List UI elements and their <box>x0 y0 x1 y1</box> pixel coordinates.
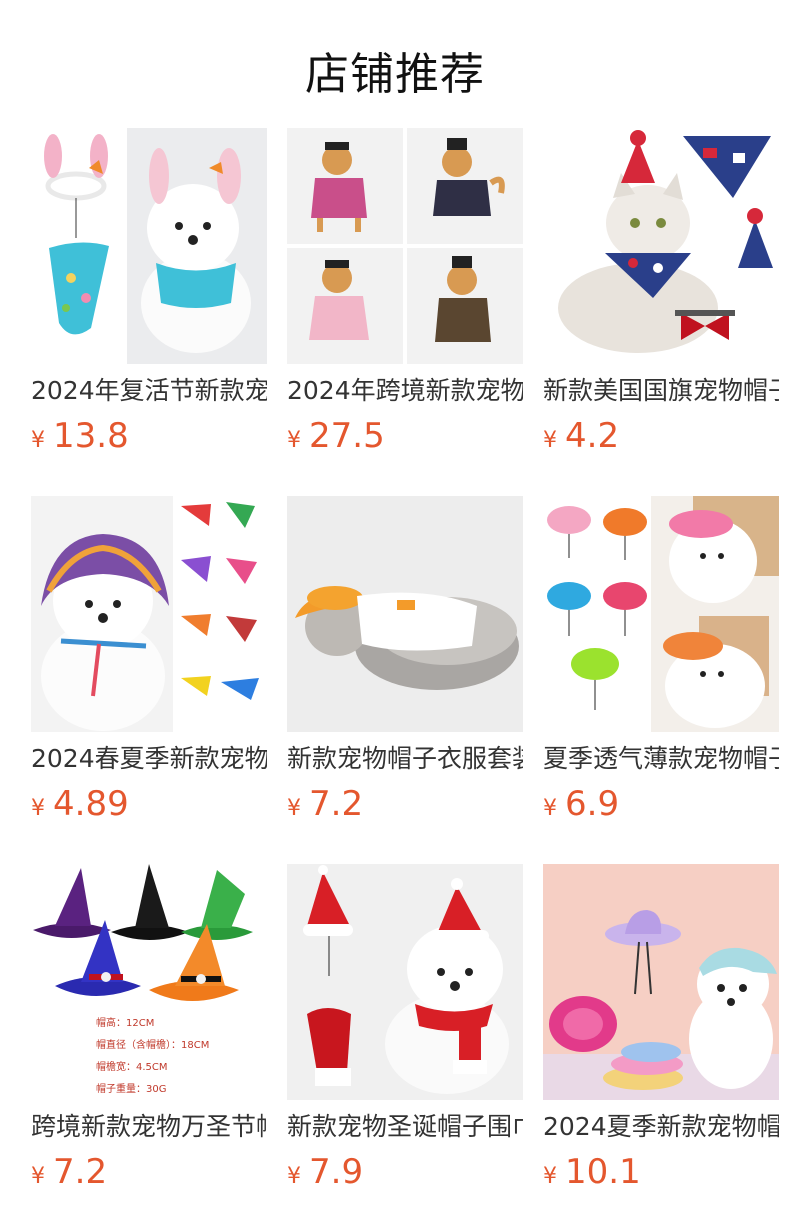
product-name[interactable]: 2024夏季新款宠物帽子 <box>543 1110 779 1144</box>
svg-text:帽直径（含帽檐）：18CM: 帽直径（含帽檐）：18CM <box>96 1038 209 1051</box>
currency-symbol: ¥ <box>543 1164 557 1189</box>
section-title: 店铺推荐 <box>305 49 485 100</box>
product-card[interactable]: 夏季透气薄款宠物帽子 ¥6.9 <box>543 496 779 824</box>
svg-text:帽檐宽：4.5CM: 帽檐宽：4.5CM <box>96 1060 168 1073</box>
product-image[interactable] <box>31 496 267 732</box>
product-price: ¥7.2 <box>287 784 363 824</box>
product-name[interactable]: 新款宠物圣诞帽子围巾 <box>287 1110 523 1144</box>
currency-symbol: ¥ <box>287 428 301 453</box>
price-value: 7.2 <box>53 1152 108 1192</box>
product-image[interactable] <box>287 496 523 732</box>
product-price: ¥6.9 <box>543 784 619 824</box>
currency-symbol: ¥ <box>543 428 557 453</box>
product-image[interactable] <box>543 128 779 364</box>
product-card[interactable]: 帽高：12CM 帽直径（含帽檐）：18CM 帽檐宽：4.5CM 帽子重量：30G… <box>31 864 267 1192</box>
price-value: 7.9 <box>309 1152 364 1192</box>
product-name[interactable]: 跨境新款宠物万圣节帽子 <box>31 1110 267 1144</box>
currency-symbol: ¥ <box>31 1164 45 1189</box>
product-price: ¥7.9 <box>287 1152 363 1192</box>
product-name[interactable]: 新款宠物帽子衣服套装 <box>287 742 523 776</box>
product-price: ¥10.1 <box>543 1152 641 1192</box>
product-card[interactable]: 新款宠物帽子衣服套装 ¥7.2 <box>287 496 523 824</box>
svg-text:帽高：12CM: 帽高：12CM <box>96 1016 154 1029</box>
product-image[interactable] <box>543 496 779 732</box>
svg-text:帽子重量：30G: 帽子重量：30G <box>96 1082 166 1095</box>
product-image[interactable]: 帽高：12CM 帽直径（含帽檐）：18CM 帽檐宽：4.5CM 帽子重量：30G <box>31 864 267 1100</box>
product-image[interactable] <box>31 128 267 364</box>
product-image[interactable] <box>287 864 523 1100</box>
product-name[interactable]: 2024年跨境新款宠物衣服 <box>287 374 523 408</box>
currency-symbol: ¥ <box>287 796 301 821</box>
product-card[interactable]: 新款宠物圣诞帽子围巾 ¥7.9 <box>287 864 523 1192</box>
currency-symbol: ¥ <box>31 796 45 821</box>
product-name[interactable]: 夏季透气薄款宠物帽子 <box>543 742 779 776</box>
product-card[interactable]: 2024年跨境新款宠物衣服 ¥27.5 <box>287 128 523 456</box>
price-value: 27.5 <box>309 416 385 456</box>
price-value: 4.89 <box>53 784 129 824</box>
price-value: 4.2 <box>565 416 620 456</box>
product-image[interactable] <box>287 128 523 364</box>
price-value: 7.2 <box>309 784 364 824</box>
price-value: 13.8 <box>53 416 129 456</box>
currency-symbol: ¥ <box>543 796 557 821</box>
currency-symbol: ¥ <box>287 1164 301 1189</box>
product-image[interactable] <box>543 864 779 1100</box>
product-name[interactable]: 2024春夏季新款宠物帽子 <box>31 742 267 776</box>
product-price: ¥4.2 <box>543 416 619 456</box>
currency-symbol: ¥ <box>31 428 45 453</box>
product-card[interactable]: 2024年复活节新款宠物帽子围巾套装 ¥13.8 <box>31 128 267 456</box>
product-card[interactable]: 2024夏季新款宠物帽子 ¥10.1 <box>543 864 779 1192</box>
product-card[interactable]: 新款美国国旗宠物帽子围巾 ¥4.2 <box>543 128 779 456</box>
product-price: ¥13.8 <box>31 416 129 456</box>
price-value: 6.9 <box>565 784 620 824</box>
product-name[interactable]: 新款美国国旗宠物帽子围巾 <box>543 374 779 408</box>
product-price: ¥7.2 <box>31 1152 107 1192</box>
product-price: ¥27.5 <box>287 416 385 456</box>
product-price: ¥4.89 <box>31 784 129 824</box>
product-name[interactable]: 2024年复活节新款宠物帽子围巾套装 <box>31 374 267 408</box>
price-value: 10.1 <box>565 1152 641 1192</box>
product-card[interactable]: 2024春夏季新款宠物帽子 ¥4.89 <box>31 496 267 824</box>
product-grid: 2024年复活节新款宠物帽子围巾套装 ¥13.8 <box>31 128 779 1192</box>
